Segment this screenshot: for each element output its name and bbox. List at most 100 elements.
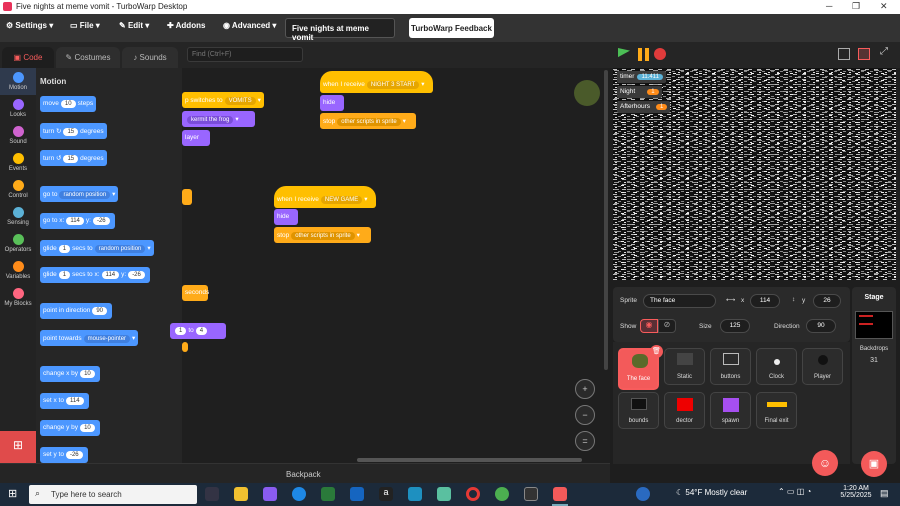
tray-icons[interactable]: ⌃ ▭ ◫ ◔ <box>778 487 811 496</box>
secs-input[interactable]: 1 <box>58 245 71 253</box>
copilot-icon[interactable] <box>263 487 277 501</box>
edge-icon[interactable] <box>292 487 306 501</box>
tab-code[interactable]: ▣ Code <box>2 47 54 68</box>
feedback-button[interactable]: TurboWarp Feedback <box>409 18 494 38</box>
backpack[interactable]: Backpack <box>0 463 610 483</box>
file-explorer-icon[interactable] <box>234 487 248 501</box>
clock[interactable]: 1:20 AM 5/25/2025 <box>836 485 876 499</box>
windows-start-icon[interactable]: ⊞ <box>8 487 22 501</box>
message-dropdown[interactable]: NEW GAME <box>320 196 363 204</box>
block-wait-seconds[interactable]: seconds <box>182 285 209 301</box>
sprite-tile-player[interactable]: Player <box>802 348 843 385</box>
block-hide[interactable]: hide <box>320 95 344 111</box>
y-input[interactable]: -26 <box>92 217 110 225</box>
category-sound[interactable]: Sound <box>0 126 36 145</box>
sprite-tile-clock[interactable]: Clock <box>756 348 797 385</box>
block-set-y[interactable]: set y to -26 <box>40 447 88 463</box>
green-flag-icon[interactable] <box>618 48 630 58</box>
add-sprite-icon[interactable]: ☺ <box>812 450 838 476</box>
y-input[interactable]: -26 <box>65 451 83 459</box>
add-extension-button[interactable]: ⊞ <box>0 431 36 463</box>
steps-input[interactable]: 10 <box>60 100 76 108</box>
block-change-y[interactable]: change y by 10 <box>40 420 100 436</box>
monitor-timer[interactable]: timer 11.411 <box>617 71 666 83</box>
project-title-input[interactable]: Five nights at meme vomit <box>285 18 395 42</box>
zoom-reset-icon[interactable]: = <box>575 431 595 451</box>
category-operators[interactable]: Operators <box>0 234 36 253</box>
min-input[interactable]: 1 <box>175 327 187 335</box>
max-input[interactable]: 4 <box>195 327 208 335</box>
costume-dropdown[interactable]: kermit the frog <box>187 116 234 124</box>
size-input[interactable]: 125 <box>720 319 750 333</box>
zoom-in-icon[interactable]: + <box>575 379 595 399</box>
category-events[interactable]: Events <box>0 153 36 172</box>
degrees-input[interactable]: 15 <box>63 128 79 136</box>
file-menu[interactable]: ▭ File ▾ <box>70 21 100 30</box>
backdrop-dropdown[interactable]: VOMITS <box>224 97 256 105</box>
direction-input[interactable]: 90 <box>806 319 836 333</box>
delete-sprite-icon[interactable]: 🗑 <box>650 345 663 358</box>
opera-icon[interactable] <box>466 487 480 501</box>
prime-video-icon[interactable] <box>408 487 422 501</box>
weather-widget[interactable]: ☾ 54°F Mostly clear <box>676 488 747 497</box>
dx-input[interactable]: 10 <box>80 370 95 378</box>
outlook-icon[interactable] <box>350 487 364 501</box>
hat-when-receive-night3[interactable]: when I receive NIGHT 3 START ▾ <box>320 71 433 93</box>
block-go-to-xy[interactable]: go to x: 114 y: -26 <box>40 213 115 229</box>
glide-dropdown[interactable]: random position <box>94 245 146 253</box>
sprite-tile-final-exit[interactable]: Final exit <box>756 392 797 429</box>
dy-input[interactable]: 10 <box>80 424 95 432</box>
task-view-icon[interactable] <box>205 487 219 501</box>
fullscreen-icon[interactable]: ⤢ <box>880 46 888 57</box>
x-input[interactable]: 114 <box>101 271 120 279</box>
edit-menu[interactable]: ✎ Edit ▾ <box>119 21 149 30</box>
amazon-icon[interactable]: a <box>379 487 393 501</box>
chrome-icon[interactable] <box>495 487 509 501</box>
x-input[interactable]: 114 <box>66 217 84 225</box>
horizontal-scrollbar[interactable] <box>357 458 582 462</box>
add-backdrop-icon[interactable]: ▣ <box>861 451 887 477</box>
tab-sounds[interactable]: ♪ Sounds <box>122 47 178 68</box>
close-icon[interactable]: ✕ <box>880 1 888 12</box>
show-eye-icon[interactable]: ◉ <box>640 319 658 333</box>
small-stage-icon[interactable] <box>838 48 850 60</box>
monitor-night[interactable]: Night 1 <box>617 86 662 98</box>
maximize-icon[interactable]: ❐ <box>852 1 860 12</box>
sprite-tile-dector[interactable]: dector <box>664 392 705 429</box>
advanced-menu[interactable]: ◉ Advanced ▾ <box>223 21 276 30</box>
monitor-afterhours[interactable]: Afterhours 1 <box>617 101 671 113</box>
turbowarp-taskbar-icon[interactable] <box>553 487 567 501</box>
hat-when-receive-newgame[interactable]: when I receive NEW GAME ▾ <box>274 186 376 208</box>
stage-canvas[interactable]: timer 11.411 Night 1 Afterhours 1 <box>613 68 896 280</box>
degrees-input[interactable]: 15 <box>63 155 79 163</box>
tab-costumes[interactable]: ✎ Costumes <box>56 47 120 68</box>
sprite-name-input[interactable]: The face <box>643 294 716 308</box>
category-control[interactable]: Control <box>0 180 36 199</box>
terminal-icon[interactable] <box>524 487 538 501</box>
message-dropdown[interactable]: NIGHT 3 START <box>366 81 420 89</box>
partial-control-block[interactable] <box>182 189 192 205</box>
block-stop[interactable]: stop other scripts in sprite ▾ <box>274 227 371 243</box>
stage-pane[interactable]: Stage Backdrops 31 ▣ <box>852 287 896 477</box>
block-point-direction[interactable]: point in direction 90 <box>40 303 113 319</box>
app-icon-network[interactable] <box>636 487 650 501</box>
category-my-blocks[interactable]: My Blocks <box>0 288 36 307</box>
store-icon[interactable] <box>321 487 335 501</box>
addons-menu[interactable]: ✚ Addons <box>167 21 205 30</box>
zoom-out-icon[interactable]: − <box>575 405 595 425</box>
sprite-tile-spawn[interactable]: spawn <box>710 392 751 429</box>
stop-dropdown[interactable]: other scripts in sprite <box>291 232 355 240</box>
settings-menu[interactable]: ⚙ Settings ▾ <box>6 21 53 30</box>
block-pick-random[interactable]: 1 to 4 <box>170 323 226 339</box>
block-go-to-layer[interactable]: layer <box>182 130 210 146</box>
category-sensing[interactable]: Sensing <box>0 207 36 226</box>
block-change-x[interactable]: change x by 10 <box>40 366 100 382</box>
taskbar-search-box[interactable]: ⌕ Type here to search <box>29 485 197 504</box>
stop-dropdown[interactable]: other scripts in sprite <box>337 118 401 126</box>
stop-icon[interactable] <box>654 48 666 60</box>
x-input[interactable]: 114 <box>65 397 84 405</box>
block-set-x[interactable]: set x to 114 <box>40 393 89 409</box>
minimize-icon[interactable]: ─ <box>826 1 832 11</box>
towards-dropdown[interactable]: mouse-pointer <box>83 335 131 343</box>
block-stop[interactable]: stop other scripts in sprite ▾ <box>320 113 416 129</box>
